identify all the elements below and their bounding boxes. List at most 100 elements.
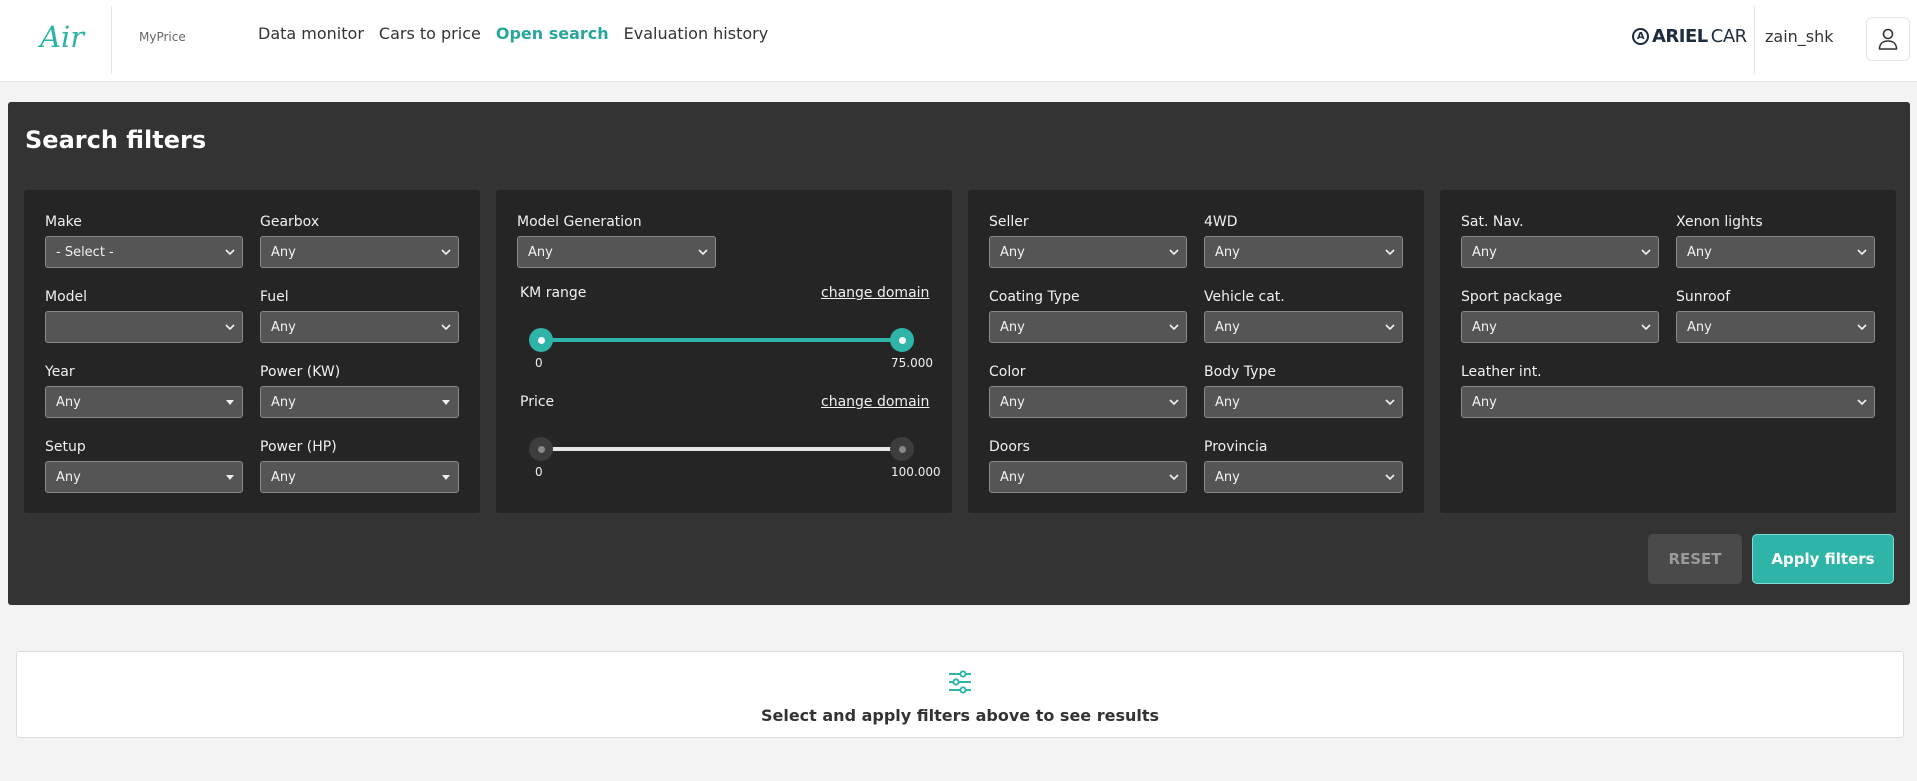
- panel-title: Search filters: [25, 126, 207, 154]
- make-filter: Make - Select -: [45, 214, 243, 268]
- chevron-down-icon: [1385, 399, 1395, 406]
- price-range-track[interactable]: [541, 447, 901, 451]
- nav-cars-to-price[interactable]: Cars to price: [379, 24, 481, 43]
- km-range-max-value: 75.000: [891, 356, 933, 370]
- reset-button[interactable]: RESET: [1648, 534, 1742, 584]
- empty-state-message: Select and apply filters above to see re…: [760, 706, 1160, 725]
- coating-type-filter: Coating Type Any: [989, 289, 1187, 343]
- setup-filter: Setup Any: [45, 439, 243, 493]
- km-change-domain-link[interactable]: change domain: [821, 285, 929, 301]
- app-name: MyPrice: [139, 30, 186, 44]
- model-select[interactable]: [45, 311, 243, 343]
- user-menu-button[interactable]: [1866, 17, 1910, 61]
- model-generation-select[interactable]: Any: [517, 236, 716, 268]
- divider: [111, 6, 112, 74]
- sat-nav-filter: Sat. Nav. Any: [1461, 214, 1659, 268]
- nav-open-search[interactable]: Open search: [496, 24, 609, 43]
- chevron-down-icon: [1169, 324, 1179, 331]
- power-kw-filter: Power (KW) Any: [260, 364, 459, 418]
- xenon-lights-select[interactable]: Any: [1676, 236, 1875, 268]
- user-icon: [1878, 28, 1898, 50]
- price-range-min-value: 0: [535, 465, 543, 479]
- model-filter: Model: [45, 289, 243, 343]
- chevron-down-icon: [1857, 399, 1867, 406]
- nav-evaluation-history[interactable]: Evaluation history: [624, 24, 769, 43]
- filter-card-equipment: Sat. Nav. Any Xenon lights Any Sport pac…: [1440, 190, 1896, 513]
- sport-package-select[interactable]: Any: [1461, 311, 1659, 343]
- power-kw-select[interactable]: Any: [260, 386, 459, 418]
- setup-select[interactable]: Any: [45, 461, 243, 493]
- body-type-select[interactable]: Any: [1204, 386, 1403, 418]
- color-filter: Color Any: [989, 364, 1187, 418]
- xenon-lights-filter: Xenon lights Any: [1676, 214, 1875, 268]
- chevron-down-icon: [1857, 324, 1867, 331]
- body-type-filter: Body Type Any: [1204, 364, 1403, 418]
- sunroof-filter: Sunroof Any: [1676, 289, 1875, 343]
- results-empty-state: Select and apply filters above to see re…: [16, 651, 1904, 738]
- km-range-min-handle[interactable]: [529, 328, 553, 352]
- color-select[interactable]: Any: [989, 386, 1187, 418]
- year-select[interactable]: Any: [45, 386, 243, 418]
- price-range-min-handle[interactable]: [529, 437, 553, 461]
- top-navbar: Air MyPrice Data monitor Cars to price O…: [0, 0, 1917, 82]
- fuel-select[interactable]: Any: [260, 311, 459, 343]
- chevron-down-icon: [1385, 474, 1395, 481]
- sliders-icon: [949, 670, 971, 694]
- chevron-down-icon: [1169, 249, 1179, 256]
- seller-filter: Seller Any: [989, 214, 1187, 268]
- arielcar-logo-icon: A: [1632, 28, 1649, 45]
- seller-select[interactable]: Any: [989, 236, 1187, 268]
- chevron-down-icon: [225, 249, 235, 256]
- leather-int-select[interactable]: Any: [1461, 386, 1875, 418]
- username: zain_shk: [1765, 27, 1834, 46]
- vehicle-cat-select[interactable]: Any: [1204, 311, 1403, 343]
- chevron-down-icon: [1385, 324, 1395, 331]
- sport-package-filter: Sport package Any: [1461, 289, 1659, 343]
- coating-type-select[interactable]: Any: [989, 311, 1187, 343]
- chevron-down-icon: [1857, 249, 1867, 256]
- chevron-down-icon: [1641, 324, 1651, 331]
- chevron-down-icon: [441, 324, 451, 331]
- filter-card-vehicle: Seller Any 4WD Any Coating Type Any Vehi…: [968, 190, 1424, 513]
- price-range-label: Price: [520, 394, 555, 410]
- chevron-down-icon: [441, 249, 451, 256]
- chevron-down-icon: [1169, 474, 1179, 481]
- provincia-select[interactable]: Any: [1204, 461, 1403, 493]
- power-hp-select[interactable]: Any: [260, 461, 459, 493]
- chevron-down-icon: [1385, 249, 1395, 256]
- price-range-max-handle[interactable]: [890, 437, 914, 461]
- 4wd-select[interactable]: Any: [1204, 236, 1403, 268]
- caret-down-icon: [226, 475, 234, 480]
- gearbox-select[interactable]: Any: [260, 236, 459, 268]
- filter-card-ranges: Model Generation Any KM range change dom…: [496, 190, 952, 513]
- caret-down-icon: [226, 400, 234, 405]
- 4wd-filter: 4WD Any: [1204, 214, 1403, 268]
- leather-int-filter: Leather int. Any: [1461, 364, 1875, 418]
- power-hp-filter: Power (HP) Any: [260, 439, 459, 493]
- doors-filter: Doors Any: [989, 439, 1187, 493]
- gearbox-filter: Gearbox Any: [260, 214, 459, 268]
- km-range-label: KM range: [520, 285, 587, 301]
- chevron-down-icon: [1641, 249, 1651, 256]
- model-generation-filter: Model Generation Any: [517, 214, 716, 268]
- sat-nav-select[interactable]: Any: [1461, 236, 1659, 268]
- year-filter: Year Any: [45, 364, 243, 418]
- search-filters-panel: Search filters Make - Select - Gearbox A…: [8, 102, 1910, 605]
- air-logo[interactable]: Air: [40, 20, 84, 54]
- nav-data-monitor[interactable]: Data monitor: [258, 24, 364, 43]
- main-nav: Data monitor Cars to price Open search E…: [258, 24, 768, 43]
- fuel-filter: Fuel Any: [260, 289, 459, 343]
- chevron-down-icon: [1169, 399, 1179, 406]
- caret-down-icon: [442, 400, 450, 405]
- make-select[interactable]: - Select -: [45, 236, 243, 268]
- sunroof-select[interactable]: Any: [1676, 311, 1875, 343]
- chevron-down-icon: [225, 324, 235, 331]
- price-change-domain-link[interactable]: change domain: [821, 394, 929, 410]
- divider: [1754, 6, 1755, 74]
- doors-select[interactable]: Any: [989, 461, 1187, 493]
- arielcar-logo: A ARIEL CAR: [1632, 26, 1747, 47]
- km-range-max-handle[interactable]: [890, 328, 914, 352]
- km-range-track[interactable]: [541, 338, 901, 342]
- apply-filters-button[interactable]: Apply filters: [1752, 534, 1894, 584]
- chevron-down-icon: [698, 249, 708, 256]
